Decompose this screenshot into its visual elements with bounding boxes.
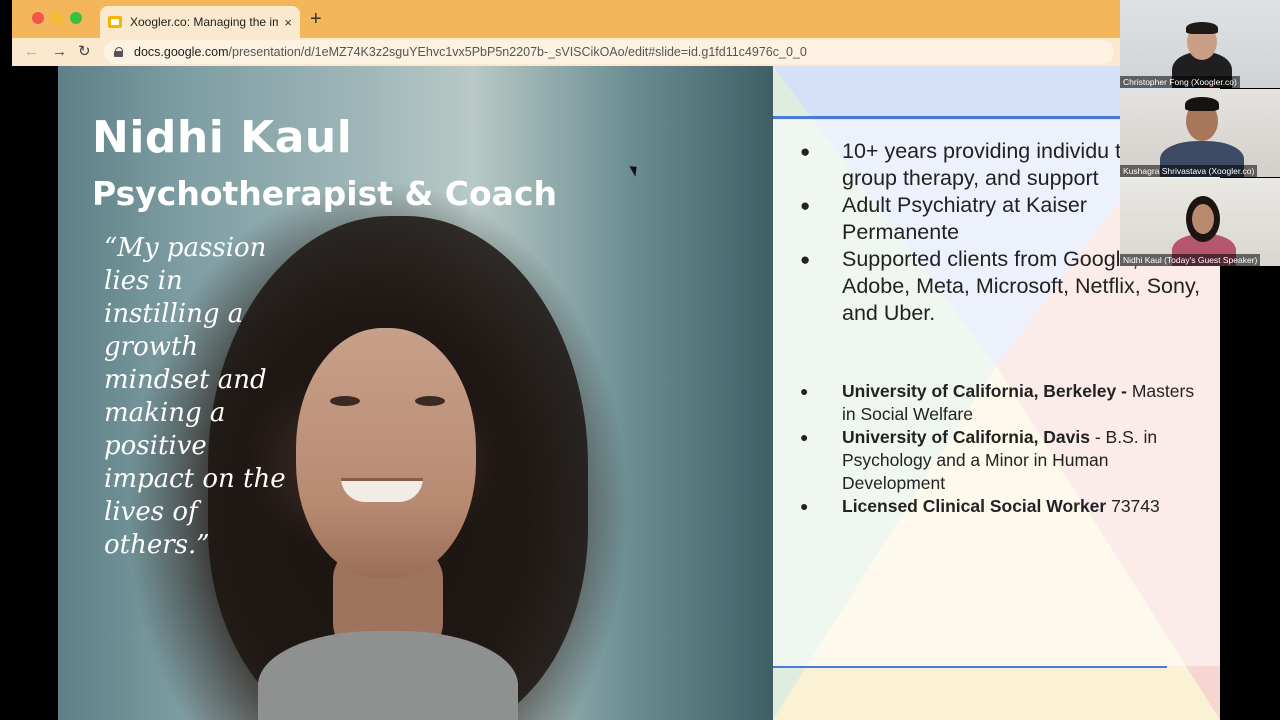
url-domain: docs.google.com [134, 45, 229, 59]
participant-name: Nidhi Kaul (Today's Guest Speaker) [1120, 254, 1261, 266]
minimize-window-button[interactable] [51, 12, 63, 24]
url-path: /presentation/d/1eMZ74K3z2sguYEhvc1vx5Pb… [228, 45, 807, 59]
credential-detail: 73743 [1106, 496, 1160, 516]
close-tab-icon[interactable]: × [284, 15, 292, 30]
speaker-photo-smile [341, 478, 423, 502]
top-accent-rule [773, 116, 1167, 119]
credential-bold: Licensed Clinical Social Worker [842, 496, 1107, 516]
participant-video-tile[interactable]: Nidhi Kaul (Today's Guest Speaker) [1120, 178, 1280, 266]
speaker-photo-panel: Nidhi Kaul Psychotherapist & Coach “My p… [58, 66, 773, 720]
credential-bold: University of California, Berkeley - [842, 381, 1127, 401]
participant-name: Christopher Fong (Xoogler.co) [1120, 76, 1240, 88]
list-item: Licensed Clinical Social Worker 73743 [800, 495, 1210, 518]
lock-icon[interactable] [114, 47, 124, 57]
participant-avatar [1192, 204, 1214, 234]
speaker-quote: “My passion lies in instilling a growth … [104, 233, 286, 560]
address-bar[interactable]: docs.google.com/presentation/d/1eMZ74K3z… [104, 40, 1114, 64]
participant-avatar [1186, 22, 1218, 34]
zoom-window-button[interactable] [70, 12, 82, 24]
close-window-button[interactable] [32, 12, 44, 24]
bottom-accent-rule [773, 666, 1167, 668]
speaker-photo-eye [330, 396, 360, 406]
credentials-list: University of California, Berkeley - Mas… [800, 380, 1210, 518]
list-item: University of California, Berkeley - Mas… [800, 380, 1210, 426]
participant-avatar [1185, 97, 1219, 111]
speaker-name: Nidhi Kaul [92, 112, 353, 163]
participant-name: Kushagra Shrivastava (Xoogler.co) [1120, 165, 1258, 177]
reload-icon[interactable]: ↻ [78, 42, 91, 62]
back-icon[interactable]: ← [24, 42, 39, 62]
participant-video-tile[interactable]: Kushagra Shrivastava (Xoogler.co) [1120, 89, 1280, 177]
speaker-title: Psychotherapist & Coach [92, 174, 557, 213]
browser-toolbar: ← → ↻ docs.google.com/presentation/d/1eM… [12, 38, 1120, 66]
new-tab-button[interactable]: + [310, 8, 322, 30]
forward-icon[interactable]: → [52, 42, 67, 62]
speaker-photo-face [296, 328, 476, 578]
tab-title: Xoogler.co: Managing the impa [130, 15, 279, 29]
speaker-photo-sweater [258, 631, 518, 720]
url-text: docs.google.com/presentation/d/1eMZ74K3z… [134, 45, 807, 59]
browser-tab[interactable]: Xoogler.co: Managing the impa × [100, 6, 300, 38]
presentation-slide: Nidhi Kaul Psychotherapist & Coach “My p… [58, 66, 1220, 720]
participant-video-tile[interactable]: Christopher Fong (Xoogler.co) [1120, 0, 1280, 88]
speaker-photo-eye [415, 396, 445, 406]
slides-icon [108, 16, 122, 28]
credential-bold: University of California, Davis [842, 427, 1090, 447]
browser-tab-bar: Xoogler.co: Managing the impa × + [12, 0, 1120, 38]
list-item: University of California, Davis - B.S. i… [800, 426, 1210, 495]
